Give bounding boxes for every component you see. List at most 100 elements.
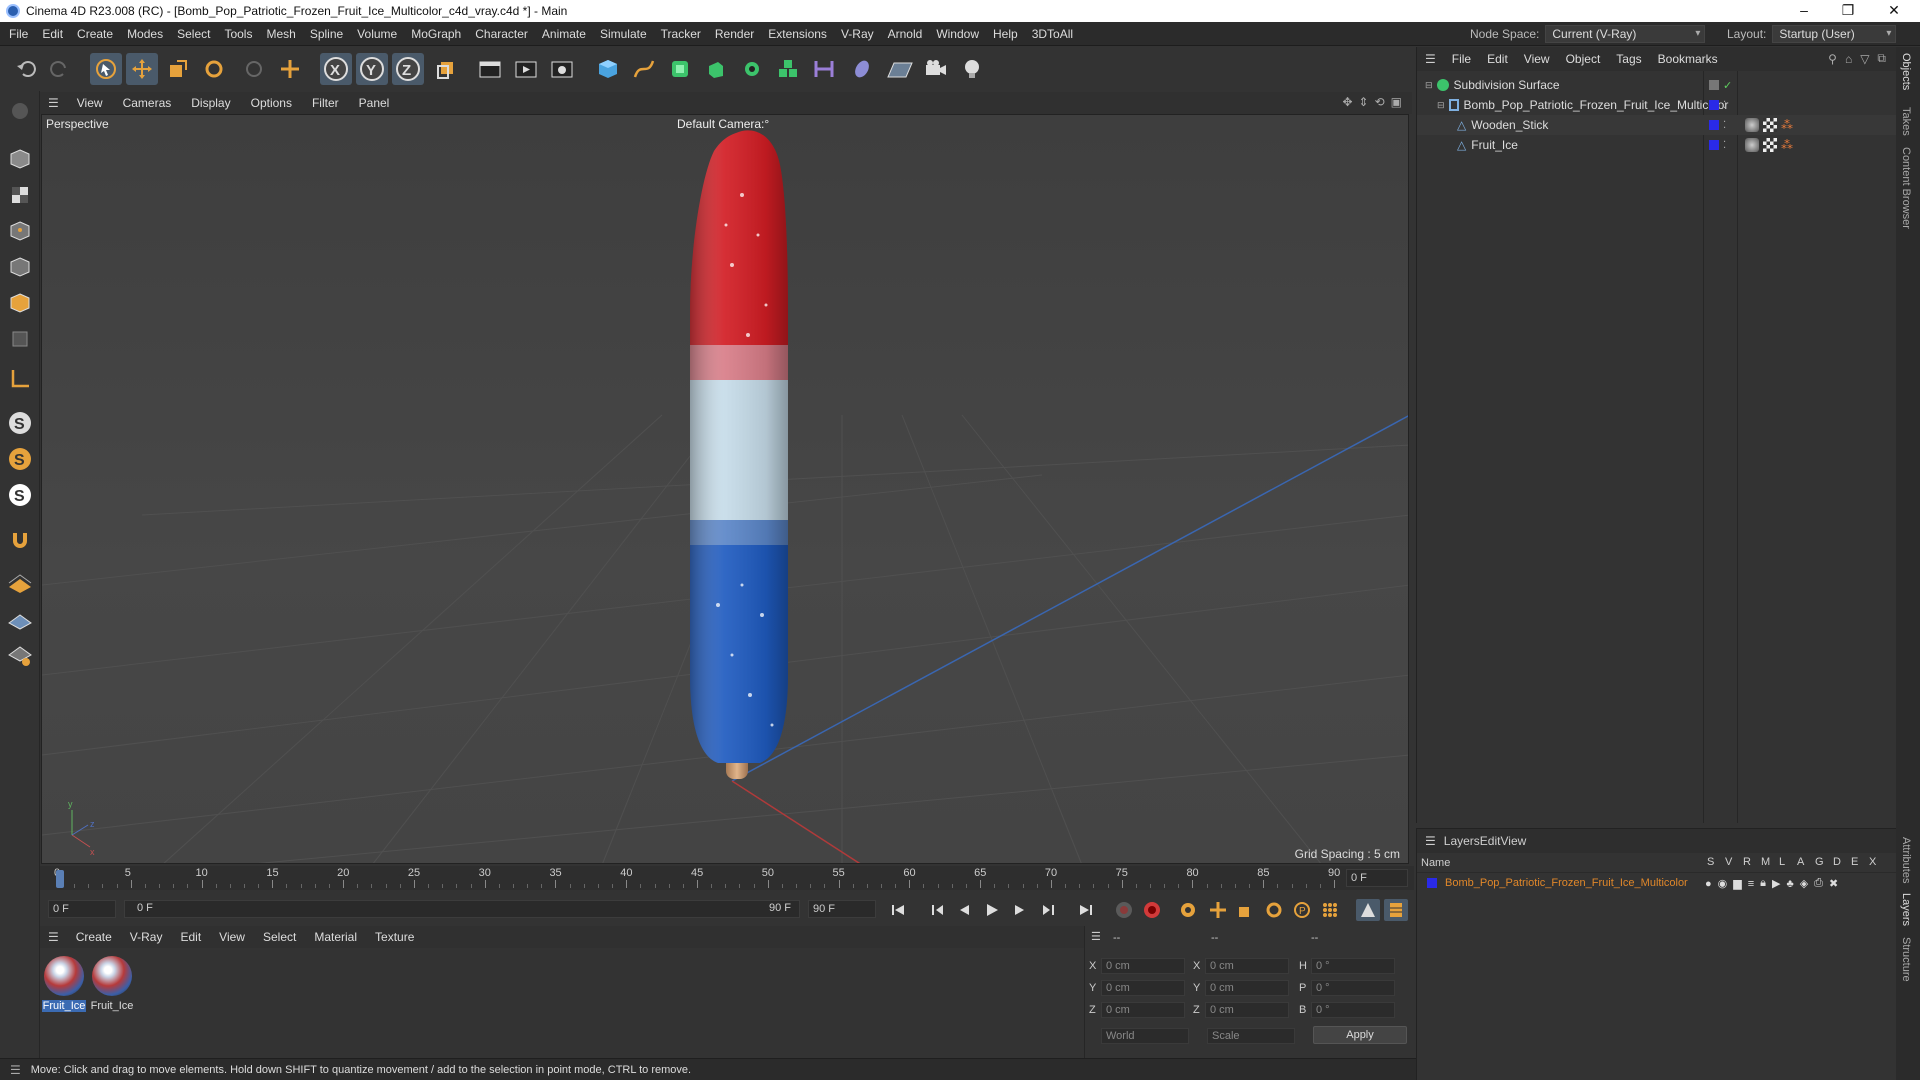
collapse-icon[interactable]: ⊟ — [1425, 80, 1433, 91]
menu-tracker[interactable]: Tracker — [654, 22, 708, 46]
viewport-menu-options[interactable]: Options — [241, 92, 302, 114]
workplane-icon[interactable] — [4, 567, 36, 599]
rotation-key-icon[interactable] — [1262, 899, 1286, 921]
3d-viewport[interactable]: y x z Perspective Default Camera:° Grid … — [41, 114, 1409, 864]
layer-color-swatch[interactable] — [1709, 120, 1719, 130]
undo-icon[interactable] — [10, 53, 42, 85]
rot-p-field[interactable]: 0 ° — [1311, 980, 1395, 996]
layer-col-d[interactable]: D — [1833, 856, 1841, 868]
object-menu-view[interactable]: View — [1516, 47, 1558, 71]
layer-col-x[interactable]: X — [1869, 856, 1876, 868]
expressions-icon[interactable]: ⎙ — [1814, 877, 1823, 890]
layer-menu-hamburger-icon[interactable]: ☰ — [1417, 834, 1444, 848]
size-mode-select[interactable]: Scale — [1207, 1028, 1295, 1044]
layer-col-a[interactable]: A — [1797, 856, 1804, 868]
scale-tool-icon[interactable] — [162, 53, 194, 85]
layer-col-l[interactable]: L — [1779, 856, 1785, 868]
visibility-dots-icon[interactable]: ⁚ — [1723, 140, 1726, 151]
light-icon[interactable] — [956, 53, 988, 85]
menu-file[interactable]: File — [2, 22, 35, 46]
coord-menu-hamburger-icon[interactable]: ☰ — [1091, 930, 1101, 943]
menu-simulate[interactable]: Simulate — [593, 22, 654, 46]
y-axis-icon[interactable]: Y — [356, 53, 388, 85]
object-menu-bookmarks[interactable]: Bookmarks — [1650, 47, 1726, 71]
start-frame-field[interactable]: 0 F — [48, 900, 116, 918]
select-tool-icon[interactable] — [90, 53, 122, 85]
layer-color-swatch[interactable] — [1709, 80, 1719, 90]
axis-mode-icon[interactable] — [4, 363, 36, 395]
coordinate-system-icon[interactable] — [430, 53, 462, 85]
material-tag-icon[interactable] — [1745, 138, 1759, 152]
menu-create[interactable]: Create — [70, 22, 120, 46]
layer-col-g[interactable]: G — [1815, 856, 1824, 868]
cloner-icon[interactable] — [736, 53, 768, 85]
render-icon[interactable]: ▆ — [1733, 877, 1741, 890]
menu-mograph[interactable]: MoGraph — [404, 22, 468, 46]
next-frame-icon[interactable] — [1008, 899, 1032, 921]
parameter-key-icon[interactable]: P — [1290, 899, 1314, 921]
play-icon[interactable] — [980, 899, 1004, 921]
playhead[interactable] — [56, 870, 64, 888]
viewport-menu-panel[interactable]: Panel — [349, 92, 400, 114]
layer-menu-edit[interactable]: Edit — [1480, 834, 1501, 848]
grid-snap-icon[interactable] — [4, 603, 36, 635]
tab-objects[interactable]: Objects — [1900, 53, 1912, 90]
lock-icon[interactable]: 🔒︎ — [1760, 877, 1766, 890]
menu-animate[interactable]: Animate — [535, 22, 593, 46]
layout-select[interactable]: Startup (User) — [1772, 25, 1897, 43]
menu-3dtoall[interactable]: 3DToAll — [1025, 22, 1080, 46]
layer-col-e[interactable]: E — [1851, 856, 1858, 868]
layer-col-m[interactable]: M — [1761, 856, 1770, 868]
viewport-menu-filter[interactable]: Filter — [302, 92, 349, 114]
deformers-icon[interactable]: ◈ — [1800, 877, 1808, 890]
generators-icon[interactable]: ♣ — [1786, 878, 1793, 890]
point-level-animation-icon[interactable] — [1318, 899, 1342, 921]
live-selection-icon[interactable] — [238, 53, 270, 85]
tab-structure[interactable]: Structure — [1900, 937, 1912, 982]
material-menu-create[interactable]: Create — [67, 926, 121, 948]
mograph-icon[interactable] — [772, 53, 804, 85]
menu-select[interactable]: Select — [170, 22, 217, 46]
uv-mode-icon[interactable] — [4, 323, 36, 355]
next-key-icon[interactable] — [1036, 899, 1060, 921]
node-space-select[interactable]: Current (V-Ray) — [1545, 25, 1706, 43]
close-button[interactable]: ✕ — [1872, 0, 1916, 22]
viewport-camera-label[interactable]: Default Camera:° — [677, 117, 769, 131]
material-menu-v-ray[interactable]: V-Ray — [121, 926, 172, 948]
snap-settings-icon[interactable]: S — [4, 443, 36, 475]
layer-col-r[interactable]: R — [1743, 856, 1751, 868]
size-z-field[interactable]: 0 cm — [1205, 1002, 1289, 1018]
viewport-menu-cameras[interactable]: Cameras — [113, 92, 182, 114]
record-active-icon[interactable] — [1112, 899, 1136, 921]
x-axis-icon[interactable]: X — [320, 53, 352, 85]
tab-attributes[interactable]: Attributes — [1900, 837, 1912, 883]
layer-col-v[interactable]: V — [1725, 856, 1732, 868]
model-mode-icon[interactable] — [4, 143, 36, 175]
material-menu-hamburger-icon[interactable]: ☰ — [40, 930, 67, 944]
vray-tag-icon[interactable]: ⁂ — [1781, 138, 1793, 152]
edge-mode-icon[interactable] — [4, 251, 36, 283]
visibility-dots-icon[interactable]: ⁚ — [1723, 100, 1726, 111]
pos-x-field[interactable]: 0 cm — [1101, 958, 1185, 974]
polygon-mode-icon[interactable] — [4, 287, 36, 319]
go-to-end-icon[interactable] — [1074, 899, 1098, 921]
manager-icon[interactable]: ≡ — [1748, 878, 1754, 890]
menu-edit[interactable]: Edit — [35, 22, 70, 46]
uvw-tag-icon[interactable] — [1763, 138, 1777, 152]
rot-h-field[interactable]: 0 ° — [1311, 958, 1395, 974]
uvw-tag-icon[interactable] — [1763, 118, 1777, 132]
menu-help[interactable]: Help — [986, 22, 1025, 46]
redo-icon[interactable] — [44, 53, 76, 85]
menu-tools[interactable]: Tools — [217, 22, 259, 46]
snap-icon[interactable]: S — [4, 407, 36, 439]
menu-v-ray[interactable]: V-Ray — [834, 22, 881, 46]
render-view-icon[interactable] — [474, 53, 506, 85]
timeline-current-frame-field[interactable]: 0 F — [1346, 869, 1408, 887]
viewport-menu-hamburger-icon[interactable]: ☰ — [40, 96, 67, 110]
timeline-window-icon[interactable] — [1384, 899, 1408, 921]
menu-window[interactable]: Window — [929, 22, 986, 46]
layer-row[interactable]: Bomb_Pop_Patriotic_Frozen_Fruit_Ice_Mult… — [1417, 873, 1896, 893]
menu-character[interactable]: Character — [468, 22, 535, 46]
material-menu-texture[interactable]: Texture — [366, 926, 423, 948]
coordinate-space-select[interactable]: World — [1101, 1028, 1189, 1044]
